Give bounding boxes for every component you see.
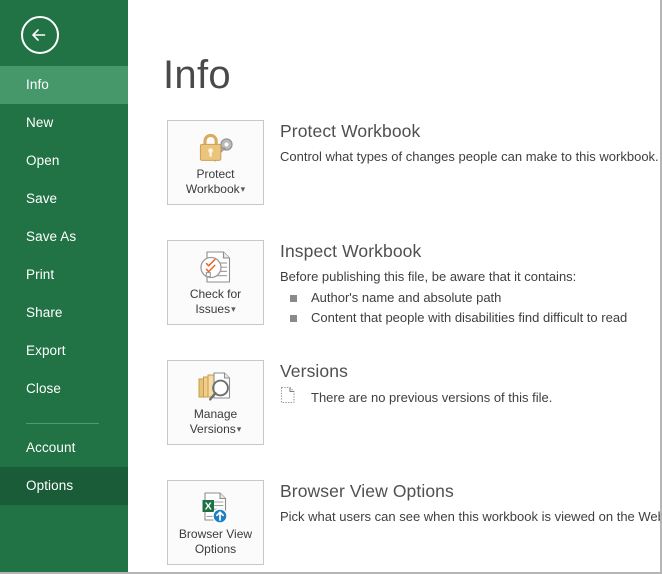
browser-view-options-button-label: Browser View Options bbox=[178, 527, 253, 556]
sidebar-item-print[interactable]: Print bbox=[0, 256, 128, 294]
sidebar-item-save[interactable]: Save bbox=[0, 180, 128, 218]
sidebar-item-label: Account bbox=[26, 440, 76, 455]
section-description: Pick what users can see when this workbo… bbox=[280, 509, 662, 524]
bullet-square-icon bbox=[290, 315, 297, 322]
no-versions-row: There are no previous versions of this f… bbox=[280, 386, 655, 409]
protect-workbook-button-label: Protect Workbook▾ bbox=[185, 167, 246, 196]
no-versions-text: There are no previous versions of this f… bbox=[311, 390, 553, 405]
sidebar-item-label: Info bbox=[26, 77, 49, 92]
excel-upload-glyph: X bbox=[202, 491, 228, 524]
section-description: Control what types of changes people can… bbox=[280, 149, 659, 164]
versions-info: Versions There are no previous versions … bbox=[280, 360, 655, 409]
sidebar-item-save-as[interactable]: Save As bbox=[0, 218, 128, 256]
excel-upload-icon: X bbox=[168, 490, 263, 524]
manage-versions-button[interactable]: Manage Versions▾ bbox=[167, 360, 264, 445]
sidebar-item-share[interactable]: Share bbox=[0, 294, 128, 332]
sidebar-item-account[interactable]: Account bbox=[0, 429, 128, 467]
dropdown-caret-icon[interactable]: ▾ bbox=[230, 304, 236, 314]
browser-view-options-button[interactable]: X Browser View Options bbox=[167, 480, 264, 565]
sidebar-item-new[interactable]: New bbox=[0, 104, 128, 142]
sidebar-item-close[interactable]: Close bbox=[0, 370, 128, 408]
bullet-square-icon bbox=[290, 295, 297, 302]
list-item: Author's name and absolute path bbox=[280, 288, 655, 308]
excel-backstage-window: Info New Open Save Save As Print Share E… bbox=[0, 0, 662, 574]
dropdown-caret-icon[interactable]: ▾ bbox=[236, 424, 242, 434]
section-heading: Inspect Workbook bbox=[280, 241, 422, 261]
section-heading: Browser View Options bbox=[280, 481, 454, 501]
section-description: Before publishing this file, be aware th… bbox=[280, 269, 577, 284]
list-item: Content that people with disabilities fi… bbox=[280, 308, 655, 328]
inspect-workbook-info: Inspect Workbook Before publishing this … bbox=[280, 240, 655, 328]
backstage-sidebar: Info New Open Save Save As Print Share E… bbox=[0, 0, 128, 572]
sidebar-item-options[interactable]: Options bbox=[0, 467, 128, 505]
section-heading: Protect Workbook bbox=[280, 121, 421, 141]
stacked-documents-magnifier-icon bbox=[168, 370, 263, 404]
document-checklist-icon bbox=[168, 250, 263, 284]
sidebar-divider bbox=[26, 423, 99, 424]
padlock-key-icon bbox=[168, 130, 263, 164]
sidebar-item-info[interactable]: Info bbox=[0, 66, 128, 104]
check-for-issues-button-label: Check for Issues▾ bbox=[189, 287, 242, 316]
sidebar-item-label: Save bbox=[26, 191, 58, 206]
stacked-documents-magnifier-glyph bbox=[198, 371, 230, 401]
sidebar-item-label: Save As bbox=[26, 229, 77, 244]
dotted-document-icon bbox=[280, 386, 296, 409]
padlock-key-glyph bbox=[199, 133, 233, 162]
backstage-main-panel: Info Protect Workbook▾ Protect Workbook … bbox=[128, 0, 662, 572]
document-checklist-glyph bbox=[199, 251, 230, 283]
sidebar-item-export[interactable]: Export bbox=[0, 332, 128, 370]
section-heading: Versions bbox=[280, 361, 348, 381]
dotted-document-glyph bbox=[280, 386, 295, 404]
sidebar-item-label: Share bbox=[26, 305, 63, 320]
sidebar-item-label: Close bbox=[26, 381, 62, 396]
back-arrow-icon[interactable] bbox=[21, 16, 59, 54]
protect-workbook-info: Protect Workbook Control what types of c… bbox=[280, 120, 659, 166]
check-for-issues-button[interactable]: Check for Issues▾ bbox=[167, 240, 264, 325]
browser-view-options-info: Browser View Options Pick what users can… bbox=[280, 480, 662, 526]
sidebar-item-label: Open bbox=[26, 153, 60, 168]
inspect-issue-list: Author's name and absolute path Content … bbox=[280, 288, 655, 328]
dropdown-caret-icon[interactable]: ▾ bbox=[240, 184, 246, 194]
sidebar-item-label: Export bbox=[26, 343, 66, 358]
sidebar-item-label: Print bbox=[26, 267, 55, 282]
manage-versions-button-label: Manage Versions▾ bbox=[189, 407, 242, 436]
sidebar-item-label: New bbox=[26, 115, 54, 130]
svg-text:X: X bbox=[204, 500, 211, 512]
sidebar-item-label: Options bbox=[26, 478, 74, 493]
back-arrow-glyph bbox=[32, 29, 46, 41]
sidebar-item-open[interactable]: Open bbox=[0, 142, 128, 180]
protect-workbook-button[interactable]: Protect Workbook▾ bbox=[167, 120, 264, 205]
page-title: Info bbox=[163, 53, 231, 97]
